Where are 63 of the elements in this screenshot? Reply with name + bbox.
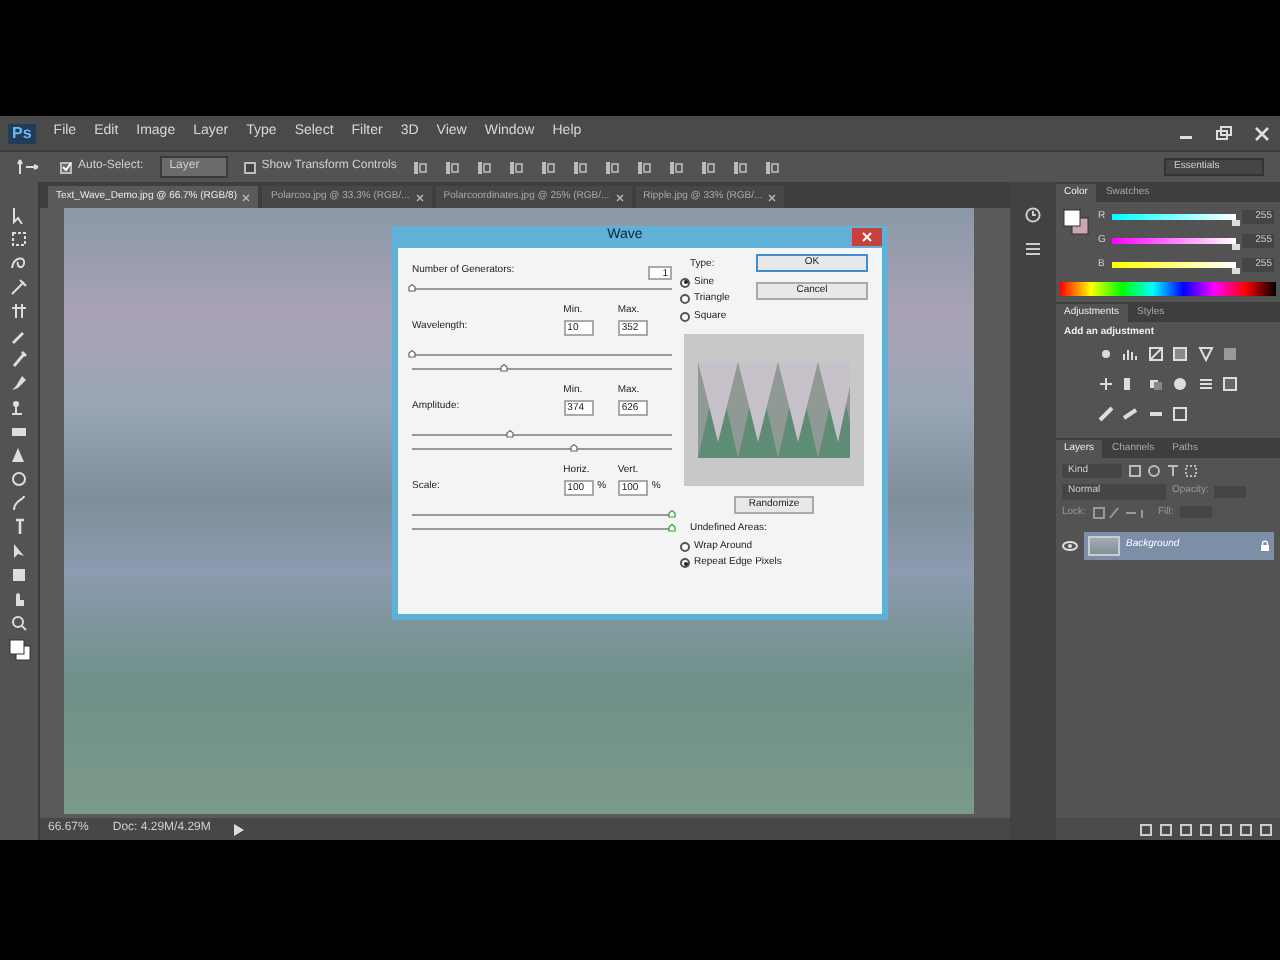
align-icon[interactable] [764, 159, 781, 175]
close-button[interactable] [852, 228, 882, 246]
align-icon[interactable] [636, 159, 653, 175]
close-icon[interactable] [1252, 125, 1272, 141]
slider-thumb[interactable] [506, 430, 515, 438]
color-swatches-icon[interactable] [1062, 208, 1090, 236]
align-icon[interactable] [508, 159, 525, 175]
align-icon[interactable] [668, 159, 685, 175]
slider-track[interactable] [412, 506, 672, 516]
color-slider-track[interactable] [1112, 214, 1236, 220]
layer-thumbnail [1088, 536, 1120, 556]
adjustment-icon[interactable] [1122, 345, 1139, 361]
slider-thumb[interactable] [1232, 268, 1240, 274]
close-icon[interactable] [242, 193, 251, 201]
checkmark-icon [61, 162, 71, 172]
align-icon[interactable] [444, 159, 461, 175]
slider-thumb[interactable] [668, 510, 676, 518]
slider-track[interactable] [412, 440, 672, 450]
align-icon[interactable] [412, 159, 429, 175]
eye-icon[interactable] [1062, 540, 1078, 552]
tool-icon[interactable] [10, 614, 28, 632]
tool-icon[interactable] [10, 518, 28, 536]
color-slider-track[interactable] [1112, 238, 1236, 244]
close-icon [862, 232, 872, 242]
tool-icon[interactable] [10, 374, 28, 392]
color-spectrum[interactable] [1060, 282, 1276, 296]
align-icon[interactable] [572, 159, 589, 175]
slider-thumb[interactable] [668, 524, 676, 532]
align-icon[interactable] [700, 159, 717, 175]
slider-track[interactable] [412, 426, 672, 436]
align-icon[interactable] [732, 159, 749, 175]
slider-thumb[interactable] [408, 350, 416, 358]
tool-icon[interactable] [10, 302, 28, 320]
adjustment-icon[interactable] [1197, 375, 1214, 391]
close-icon[interactable] [415, 193, 424, 201]
slider-track[interactable] [412, 360, 672, 370]
slider-track[interactable] [412, 280, 672, 290]
move-tool-icon[interactable] [16, 158, 44, 176]
play-icon[interactable] [234, 823, 245, 835]
tool-icon[interactable] [10, 350, 28, 368]
adjustment-icon[interactable] [1097, 375, 1114, 391]
align-icon[interactable] [540, 159, 557, 175]
slider-track[interactable] [412, 346, 672, 356]
align-icon[interactable] [604, 159, 621, 175]
close-icon[interactable] [615, 193, 624, 201]
color-swatches-icon[interactable] [7, 638, 31, 662]
slider-thumb[interactable] [1232, 244, 1240, 250]
close-icon[interactable] [768, 193, 777, 201]
tool-icon[interactable] [10, 278, 28, 296]
slider-track[interactable] [412, 520, 672, 530]
properties-icon[interactable] [1024, 240, 1042, 258]
app-logo: Ps [8, 123, 36, 143]
slider-thumb[interactable] [1232, 220, 1240, 226]
color-slider-track[interactable] [1112, 262, 1236, 268]
slider-thumb[interactable] [499, 364, 507, 372]
tool-icon[interactable] [10, 398, 28, 416]
tool-icon[interactable] [10, 326, 28, 344]
adjustment-icon[interactable] [1147, 345, 1164, 361]
slider-thumb[interactable] [569, 444, 578, 452]
history-icon[interactable] [1024, 206, 1042, 224]
restore-icon[interactable] [1214, 125, 1234, 141]
slider-thumb[interactable] [408, 284, 416, 292]
align-icon[interactable] [476, 159, 493, 175]
